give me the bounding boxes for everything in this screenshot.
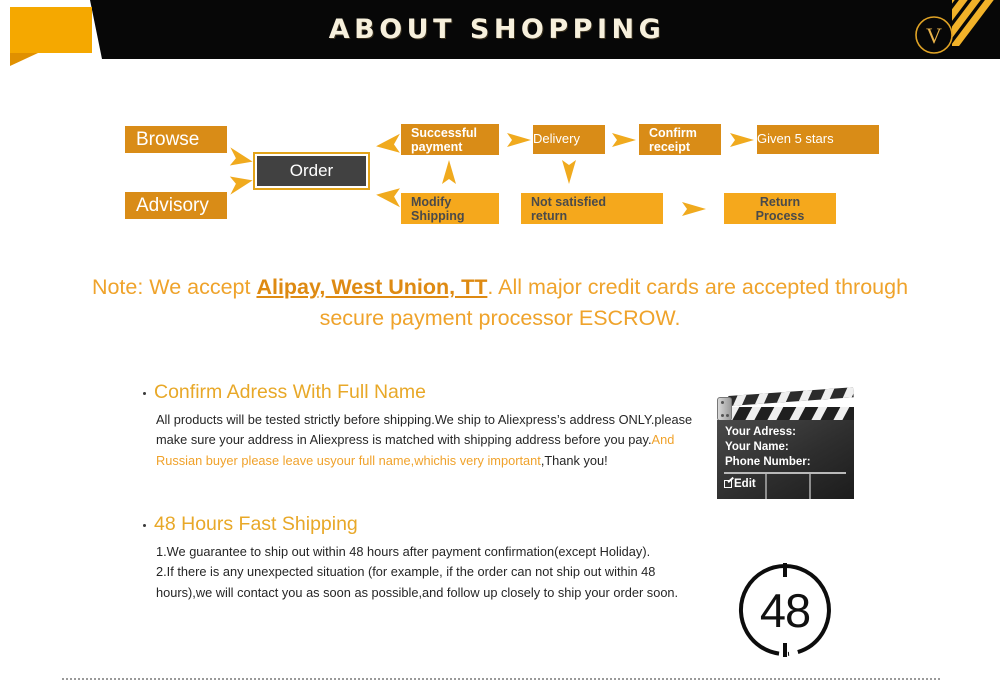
flow-node-browse-label: Browse: [136, 128, 200, 150]
header-black-bar: [90, 0, 1000, 59]
flow-node-modify-shipping: Modify Shipping: [401, 193, 499, 224]
clapperboard-body: Your Adress: Your Name: Phone Number: Ed…: [717, 420, 854, 499]
order-flow-diagram: Browse Advisory Order Successfulpayment: [0, 115, 1000, 235]
clapperboard-top-bar: [728, 387, 854, 406]
arrow-confirm-to-stars: [729, 131, 755, 149]
flow-node-given-5-stars-label: Given 5 stars: [757, 131, 834, 147]
clapperboard-cell-divider-1: [765, 474, 767, 499]
header-tab-fold: [10, 53, 38, 66]
section-2-body-2: 2.If there is any unexpected situation (…: [156, 564, 679, 600]
header-yellow-tab: [10, 7, 92, 53]
flow-node-return-process: Return Process: [724, 193, 836, 224]
clapperboard-graphic: Your Adress: Your Name: Phone Number: Ed…: [717, 387, 854, 499]
clapperboard-hinge-icon: [717, 397, 732, 421]
clapperboard-edit-button[interactable]: Edit: [724, 478, 756, 490]
section-confirm-address-body: All products will be tested strictly bef…: [143, 410, 703, 472]
clapperboard-cell-divider-2: [809, 474, 811, 499]
brand-logo-icon: V: [913, 14, 955, 56]
arrow-browse-to-order: [228, 147, 254, 169]
edit-pencil-icon: [724, 480, 732, 488]
bottom-dotted-divider: [62, 678, 940, 681]
arrow-advisory-to-order: [228, 173, 254, 195]
clapperboard-top-bar-2: [729, 407, 854, 420]
arrow-payment-to-delivery: [506, 131, 532, 149]
arrow-delivery-to-confirm: [611, 131, 637, 149]
note-prefix: Note: We accept: [91, 275, 257, 299]
flow-node-advisory-label: Advisory: [136, 194, 209, 216]
flow-node-return-process-label: Return Process: [755, 194, 805, 223]
clapperboard-divider: [724, 472, 846, 474]
clapperboard-edit-label: Edit: [734, 478, 756, 490]
section-fast-shipping-heading: 48 Hours Fast Shipping: [143, 514, 703, 535]
arrow-order-to-successful-payment: [374, 133, 402, 157]
payment-note: Note: We accept Alipay, West Union, TT. …: [60, 272, 940, 334]
section-confirm-address: Confirm Adress With Full Name All produc…: [143, 382, 703, 472]
flow-node-confirm-receipt-label: Confirm receipt: [649, 125, 697, 154]
flow-node-delivery: Delivery: [533, 125, 605, 154]
flow-node-successful-payment: Successful payment: [401, 124, 499, 155]
section-fast-shipping: 48 Hours Fast Shipping 1.We guarantee to…: [143, 514, 703, 604]
svg-text:V: V: [926, 23, 942, 48]
clapperboard-line-name: Your Name:: [725, 441, 789, 453]
flow-node-not-satisfied-return: Not satisfied return: [521, 193, 663, 224]
note-emphasis: Alipay, West Union, TT: [256, 275, 488, 299]
clapperboard-line-address: Your Adress:: [725, 426, 796, 438]
flow-node-order-label: Order: [289, 161, 334, 180]
flow-node-advisory: Advisory: [125, 192, 227, 219]
flow-node-confirm-receipt: Confirm receipt: [639, 124, 721, 155]
flow-node-successful-payment-label: Successful payment: [411, 125, 478, 154]
page-header: ABOUT SHOPPING V: [0, 0, 1000, 66]
arrow-modify-shipping-to-payment: [440, 159, 458, 185]
section-confirm-address-heading: Confirm Adress With Full Name: [143, 382, 703, 403]
flow-node-order: Order: [253, 152, 370, 190]
48-hours-clock-value: 48: [759, 583, 811, 637]
arrow-order-to-modify-shipping: [374, 185, 402, 209]
arrow-not-satisfied-to-return-process: [681, 200, 707, 218]
flow-node-given-5-stars: Given 5 stars: [757, 125, 879, 154]
header-corner-stripes: [952, 0, 1000, 46]
flow-node-modify-shipping-label: Modify Shipping: [411, 194, 465, 223]
arrow-delivery-to-not-satisfied: [560, 159, 578, 185]
flow-node-delivery-label: Delivery: [533, 131, 580, 147]
section-2-body-1: 1.We guarantee to ship out within 48 hou…: [156, 543, 651, 559]
clapperboard-line-phone: Phone Number:: [725, 456, 811, 468]
48-hours-clock-icon: 48: [731, 560, 839, 660]
section-1-body-2: ,Thank you!: [540, 452, 608, 468]
flow-node-browse: Browse: [125, 126, 227, 153]
flow-node-not-satisfied-return-label: Not satisfied return: [531, 194, 607, 223]
section-fast-shipping-body: 1.We guarantee to ship out within 48 hou…: [143, 542, 703, 604]
section-1-body-1: All products will be tested strictly bef…: [156, 411, 693, 448]
